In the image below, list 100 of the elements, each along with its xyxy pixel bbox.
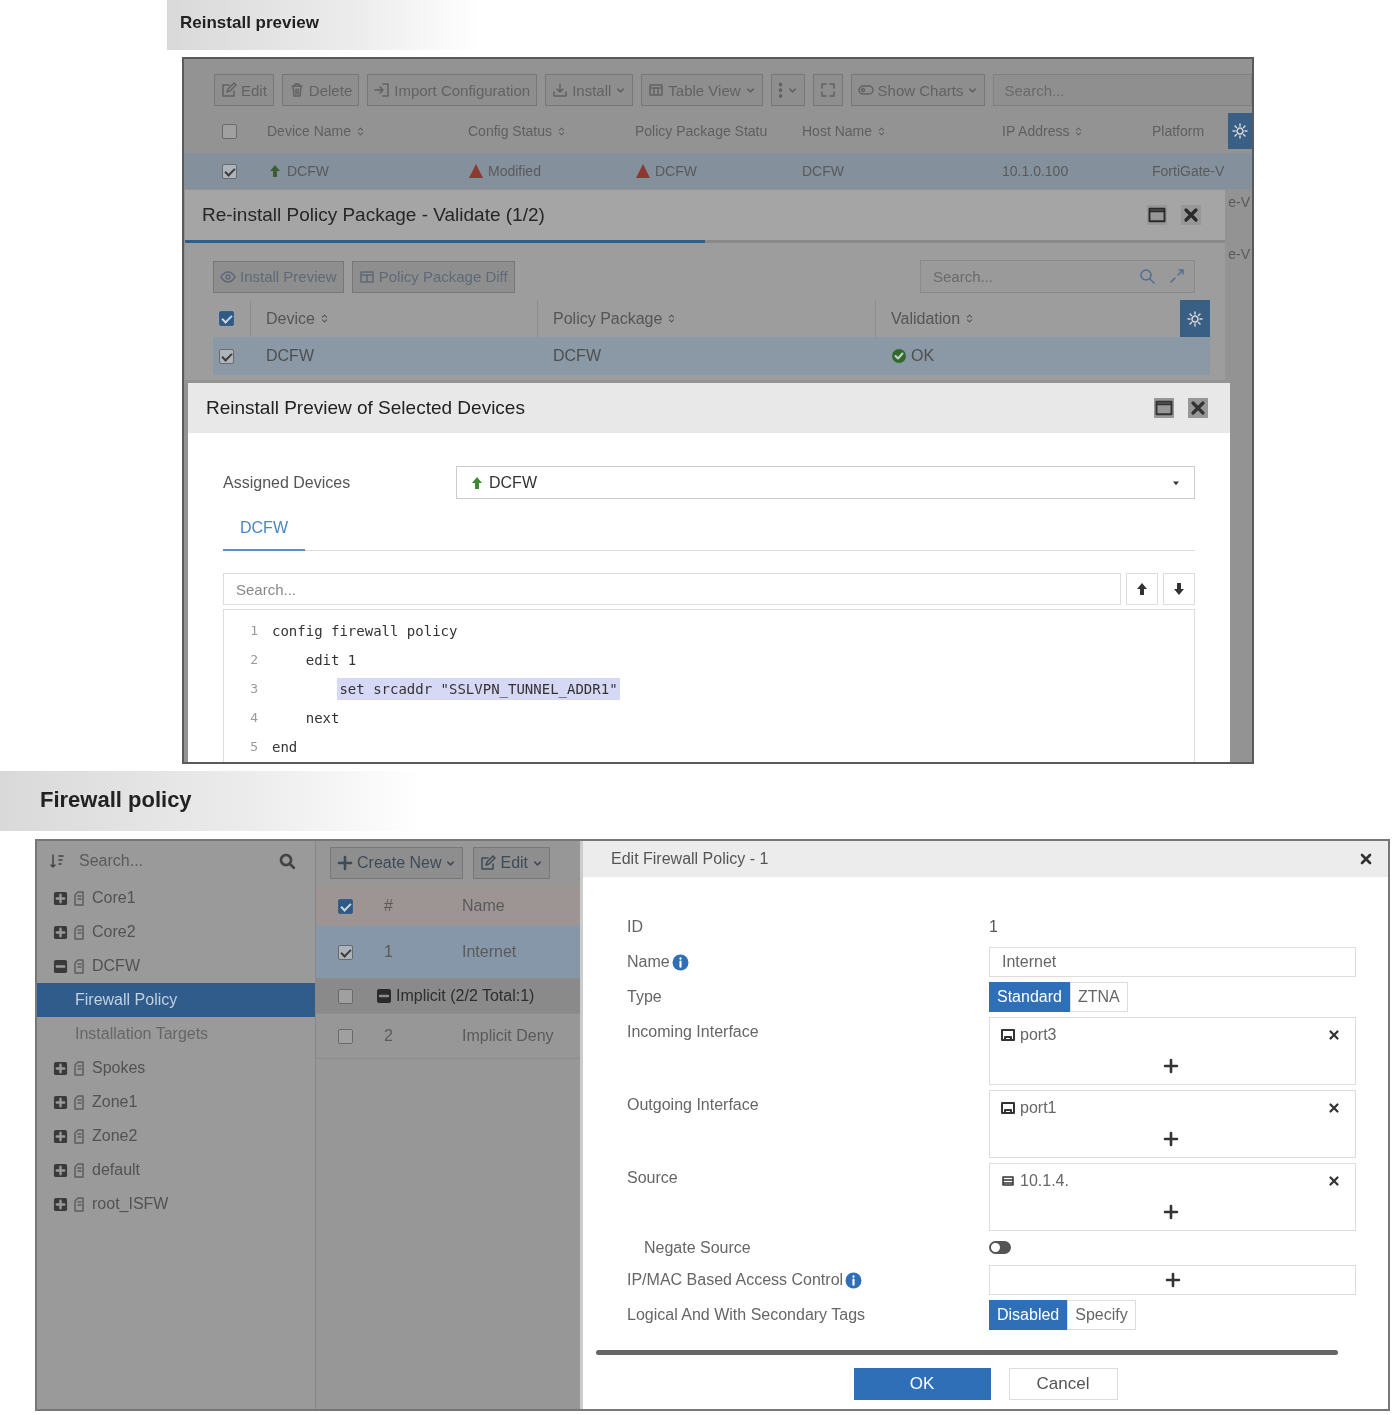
tree-item[interactable]: Firewall Policy (37, 983, 315, 1017)
device-dropdown[interactable]: DCFW (456, 466, 1195, 499)
next-button[interactable] (1163, 573, 1195, 605)
column-header[interactable]: Name (452, 897, 580, 915)
remove-icon[interactable] (1327, 1174, 1341, 1188)
field-label: Type (627, 988, 662, 1006)
tree-item[interactable]: DCFW (37, 949, 315, 983)
toolbar-button[interactable]: Create New (330, 847, 464, 879)
code-line: edit 1 (304, 650, 358, 670)
import-icon (374, 82, 391, 98)
table-row[interactable]: DCFW Modified DCFW DCFW 10.1.0.100 FortiGate-V (184, 153, 1252, 189)
code-line: next (304, 708, 341, 728)
name-field[interactable]: Internet (989, 947, 1356, 977)
tree-item[interactable]: Zone1 (37, 1085, 315, 1119)
close-icon[interactable] (1181, 205, 1201, 225)
dropdown-value: DCFW (489, 473, 537, 492)
toggle-icon (857, 82, 874, 98)
sort-icon[interactable] (49, 853, 65, 869)
search-icon[interactable] (279, 853, 295, 869)
close-icon[interactable] (1188, 398, 1208, 418)
list-field[interactable]: port3 (989, 1017, 1356, 1085)
field-label: Logical And With Secondary Tags (627, 1306, 866, 1324)
field-label: ID (627, 918, 643, 936)
table-row[interactable]: 2 Implicit Deny (316, 1014, 580, 1059)
checkbox[interactable] (219, 311, 234, 326)
field-label: Source (627, 1169, 678, 1187)
table-row[interactable]: DCFW DCFW OK (213, 337, 1210, 375)
table-cell-text: Internet (461, 943, 518, 961)
add-icon[interactable] (1162, 1131, 1179, 1147)
add-icon[interactable] (1162, 1058, 1179, 1074)
table-cell: 10.1.0.100 (1002, 163, 1069, 179)
expand-icon[interactable] (53, 1196, 68, 1212)
close-icon[interactable] (1358, 851, 1374, 867)
checkbox[interactable] (222, 123, 237, 139)
expand-icon[interactable] (53, 890, 68, 906)
tree-item[interactable]: Spokes (37, 1051, 315, 1085)
checkbox[interactable] (222, 163, 237, 179)
list-field[interactable]: 10.1.4. (989, 1163, 1356, 1231)
warning-icon (635, 163, 651, 179)
settings-icon (1232, 123, 1248, 139)
dialog-title: Re-install Policy Package - Validate (1/2) (202, 204, 545, 226)
expand-icon[interactable] (53, 1060, 68, 1076)
remove-icon[interactable] (1327, 1101, 1341, 1115)
tree-item[interactable]: Core2 (37, 915, 315, 949)
line-number: 5 (249, 739, 259, 754)
expand-icon[interactable] (53, 1094, 68, 1110)
settings-button[interactable] (1228, 113, 1252, 149)
checkbox[interactable] (338, 898, 353, 914)
vertical-dots-icon (777, 82, 783, 98)
checkbox[interactable] (338, 1028, 353, 1044)
list-entry: 10.1.4. (1020, 1172, 1069, 1190)
up-arrow-icon (1134, 581, 1150, 597)
maximize-icon[interactable] (1154, 398, 1174, 418)
table-cell: DCFW (287, 163, 329, 179)
scrollbar[interactable] (596, 1350, 1338, 1355)
previous-button[interactable] (1126, 573, 1158, 605)
expand-icon[interactable] (53, 1128, 68, 1144)
cell-text: e-V (1228, 246, 1251, 262)
info-icon[interactable] (671, 953, 689, 971)
segment-option[interactable]: ZTNA (1069, 982, 1128, 1012)
down-arrow-icon (1171, 581, 1187, 597)
expand-icon[interactable] (53, 924, 68, 940)
table-cell: Modified (488, 163, 541, 179)
tree-item[interactable]: Zone2 (37, 1119, 315, 1153)
maximize-icon[interactable] (1147, 205, 1167, 225)
list-field[interactable] (989, 1265, 1356, 1295)
segment-option[interactable]: Disabled (989, 1300, 1068, 1330)
tree-item[interactable]: root_ISFW (37, 1187, 315, 1221)
add-icon[interactable] (1164, 1272, 1181, 1288)
port-icon (1000, 1027, 1016, 1043)
checkbox[interactable] (338, 988, 353, 1004)
settings-button[interactable] (1180, 300, 1210, 337)
line-number: 3 (249, 681, 259, 696)
tab[interactable]: DCFW (223, 513, 305, 551)
column-header[interactable]: # (364, 897, 452, 915)
cancel-button[interactable]: Cancel (1008, 1368, 1118, 1400)
remove-icon[interactable] (1327, 1028, 1341, 1042)
add-icon[interactable] (1162, 1204, 1179, 1220)
segment-option[interactable]: Specify (1067, 1300, 1136, 1330)
tree-item[interactable]: Core1 (37, 881, 315, 915)
checkbox[interactable] (219, 348, 234, 364)
toggle-switch[interactable] (989, 1241, 1011, 1254)
info-icon[interactable] (845, 1271, 863, 1289)
segment-option[interactable]: Standard (989, 982, 1070, 1012)
table-row[interactable]: 1 Internet (316, 926, 580, 979)
collapse-icon[interactable] (376, 988, 392, 1004)
expand-icon[interactable] (53, 1162, 68, 1178)
field-label: Name (627, 953, 670, 971)
table-row[interactable]: Implicit (2/2 Total:1) (316, 979, 580, 1014)
ok-button[interactable]: OK (853, 1368, 991, 1400)
line-number: 2 (249, 652, 259, 667)
search-field[interactable]: Search... (77, 851, 267, 871)
table-cell-text: DCFW (265, 347, 315, 365)
dialog-title: Reinstall Preview of Selected Devices (206, 397, 525, 419)
collapse-icon[interactable] (53, 958, 68, 974)
field-label: Assigned Devices (223, 473, 352, 492)
toolbar-button[interactable]: Edit (473, 847, 551, 879)
tree-item[interactable]: default (37, 1153, 315, 1187)
checkbox[interactable] (338, 944, 353, 960)
list-field[interactable]: port1 (989, 1090, 1356, 1158)
